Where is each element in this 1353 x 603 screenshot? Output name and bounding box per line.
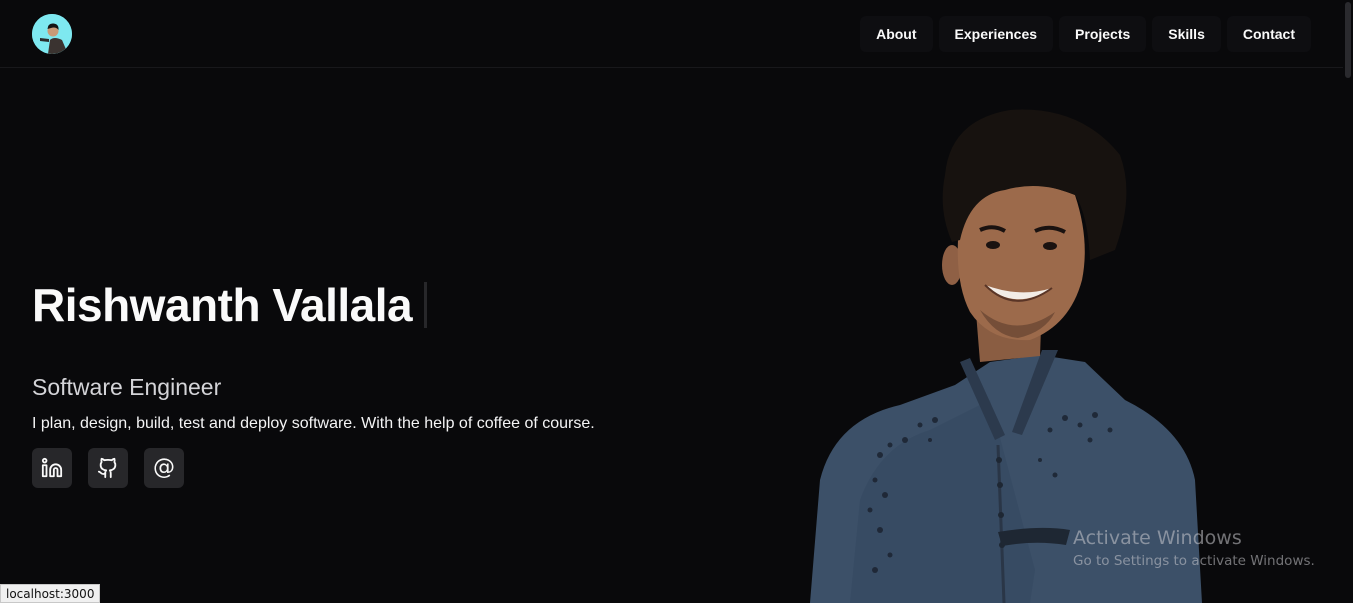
avatar-icon [32, 13, 72, 54]
page: About Experiences Projects Skills Contac… [0, 0, 1353, 603]
nav-contact[interactable]: Contact [1226, 15, 1311, 52]
linkedin-icon [41, 457, 63, 478]
hero-name-text: Rishwanth Vallala [32, 279, 413, 331]
watermark-title: Activate Windows [1073, 527, 1242, 549]
avatar-logo[interactable] [32, 13, 72, 54]
nav-projects[interactable]: Projects [1059, 15, 1147, 52]
email-button[interactable]: @ [144, 448, 184, 488]
hero-role: Software Engineer [32, 374, 222, 400]
vertical-scrollbar[interactable] [1343, 0, 1353, 603]
typing-caret [424, 282, 428, 328]
nav-experiences[interactable]: Experiences [938, 15, 1054, 52]
linkedin-button[interactable] [32, 448, 72, 488]
at-sign-icon: @ [153, 455, 175, 480]
hero-name: Rishwanth Vallala [32, 278, 428, 332]
watermark-subtitle: Go to Settings to activate Windows. [1073, 553, 1315, 569]
social-links: @ [32, 448, 184, 488]
scrollbar-thumb[interactable] [1345, 2, 1351, 78]
nav-about[interactable]: About [860, 15, 933, 52]
hero-description: I plan, design, build, test and deploy s… [32, 415, 595, 432]
site-header: About Experiences Projects Skills Contac… [0, 0, 1343, 68]
windows-activation-watermark: Activate Windows Go to Settings to activ… [1073, 527, 1315, 569]
main-nav: About Experiences Projects Skills Contac… [860, 15, 1311, 52]
github-icon [97, 457, 117, 479]
github-button[interactable] [88, 448, 128, 488]
status-bar-url: localhost:3000 [0, 584, 101, 603]
nav-skills[interactable]: Skills [1152, 15, 1221, 52]
